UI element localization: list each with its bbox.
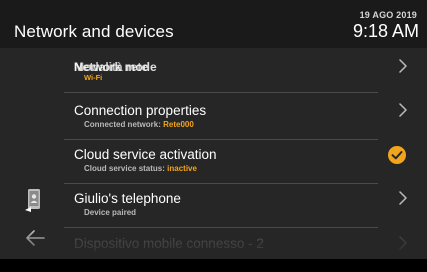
list-item-network-mode[interactable]: Network mode Modalità rete Wi-Fi xyxy=(64,48,378,93)
list-item-giulio-telephone[interactable]: Giulio's telephone Device paired xyxy=(64,183,378,228)
smartphone-user-icon[interactable] xyxy=(25,188,45,212)
cloud-status-value: inactive xyxy=(167,164,197,173)
cloud-service-label: Cloud service activation xyxy=(74,147,217,162)
mobile-device-2-label: Dispositivo mobile connesso - 2 xyxy=(74,236,264,251)
cloud-status-caption: Cloud service status: xyxy=(84,164,168,173)
cloud-service-sub: Cloud service status: inactive xyxy=(84,164,197,173)
left-column xyxy=(0,48,64,259)
connection-properties-sub: Connected network: Rete000 xyxy=(84,120,194,129)
page-title: Network and devices xyxy=(14,22,174,41)
time-label: 9:18 AM xyxy=(352,21,419,41)
connection-network-caption: Connected network: xyxy=(84,120,164,129)
network-mode-label-it: Modalità rete xyxy=(74,60,149,74)
back-arrow-icon[interactable] xyxy=(24,228,46,248)
device-status-sub: Device paired xyxy=(84,208,137,217)
chevron-right-icon[interactable] xyxy=(398,103,408,117)
device-name-label: Giulio's telephone xyxy=(74,191,181,206)
top-bar: Network and devices 19 AGO 2019 9:18 AM xyxy=(0,0,427,48)
screen: Network and devices 19 AGO 2019 9:18 AM … xyxy=(0,0,427,259)
chevron-right-icon[interactable] xyxy=(398,236,408,250)
connection-network-value: Rete000 xyxy=(163,120,194,129)
list-item-connection-properties[interactable]: Connection properties Connected network:… xyxy=(64,95,378,140)
list-item-mobile-device-2[interactable]: Dispositivo mobile connesso - 2 xyxy=(64,228,378,272)
connection-properties-label: Connection properties xyxy=(74,103,207,118)
network-mode-value: Wi-Fi xyxy=(84,73,103,82)
chevron-right-icon[interactable] xyxy=(398,59,408,73)
list-item-cloud-service[interactable]: Cloud service activation Cloud service s… xyxy=(64,139,378,184)
right-column xyxy=(378,48,427,259)
chevron-right-icon[interactable] xyxy=(398,191,408,205)
check-circle-icon[interactable] xyxy=(388,146,406,164)
date-label: 19 AGO 2019 xyxy=(359,10,417,20)
settings-list: Network mode Modalità rete Wi-Fi Connect… xyxy=(64,48,378,259)
